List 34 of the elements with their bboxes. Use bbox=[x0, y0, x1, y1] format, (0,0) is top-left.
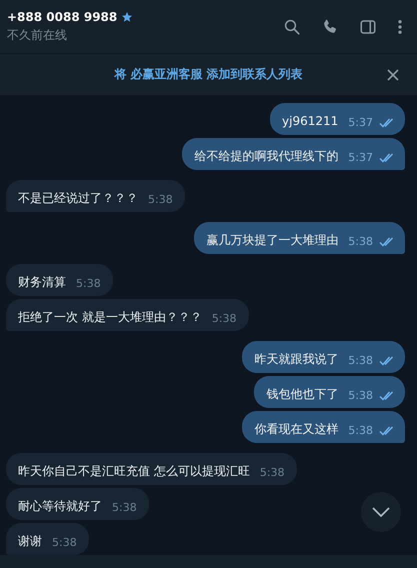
side-panel-icon[interactable] bbox=[359, 18, 377, 36]
message-time: 5:38 bbox=[348, 424, 373, 438]
message-time: 5:38 bbox=[348, 354, 373, 368]
scroll-down-button[interactable] bbox=[361, 492, 401, 532]
chevron-down-icon bbox=[372, 506, 390, 516]
message-text: 不是已经说过了？？？ bbox=[18, 190, 138, 206]
close-icon[interactable] bbox=[387, 69, 399, 82]
message-text: 谢谢 bbox=[18, 532, 42, 550]
message-text: 财务清算 bbox=[18, 274, 66, 290]
phone-icon[interactable] bbox=[321, 18, 339, 36]
message-time: 5:38 bbox=[148, 192, 173, 206]
message-time: 5:37 bbox=[348, 150, 373, 164]
message-time: 5:38 bbox=[260, 466, 285, 480]
message-text: 你看现在又这样 bbox=[254, 420, 338, 438]
contact-name: +888 0088 9988 bbox=[7, 10, 118, 24]
more-icon[interactable] bbox=[397, 18, 403, 36]
message-time: 5:37 bbox=[348, 116, 373, 130]
online-status: 不久前在线 bbox=[7, 26, 68, 44]
message-text: 昨天你自己不是汇旺充值 怎么可以提现汇旺 bbox=[18, 462, 250, 480]
message-text: 给不给提的啊我代理线下的 bbox=[194, 148, 338, 164]
message-text: 昨天就跟我说了 bbox=[254, 350, 338, 368]
add-contact-link[interactable]: 将 必赢亚洲客服 添加到联系人列表 bbox=[114, 66, 303, 83]
message-time: 5:38 bbox=[112, 500, 137, 514]
message-text: yj961211 bbox=[282, 112, 338, 130]
message-time: 5:38 bbox=[348, 234, 373, 248]
message-text: 赢几万块提了一大堆理由 bbox=[206, 232, 338, 248]
message-text: 耐心等待就好了 bbox=[18, 498, 102, 514]
message-text: 钱包他也下了 bbox=[266, 386, 338, 402]
message-time: 5:38 bbox=[212, 312, 237, 326]
search-icon[interactable] bbox=[283, 18, 301, 36]
message-time: 5:38 bbox=[76, 276, 101, 290]
message-time: 5:38 bbox=[348, 388, 373, 402]
message-text: 拒绝了一次 就是一大堆理由？？？ bbox=[18, 308, 202, 326]
message-time: 5:38 bbox=[52, 536, 77, 550]
